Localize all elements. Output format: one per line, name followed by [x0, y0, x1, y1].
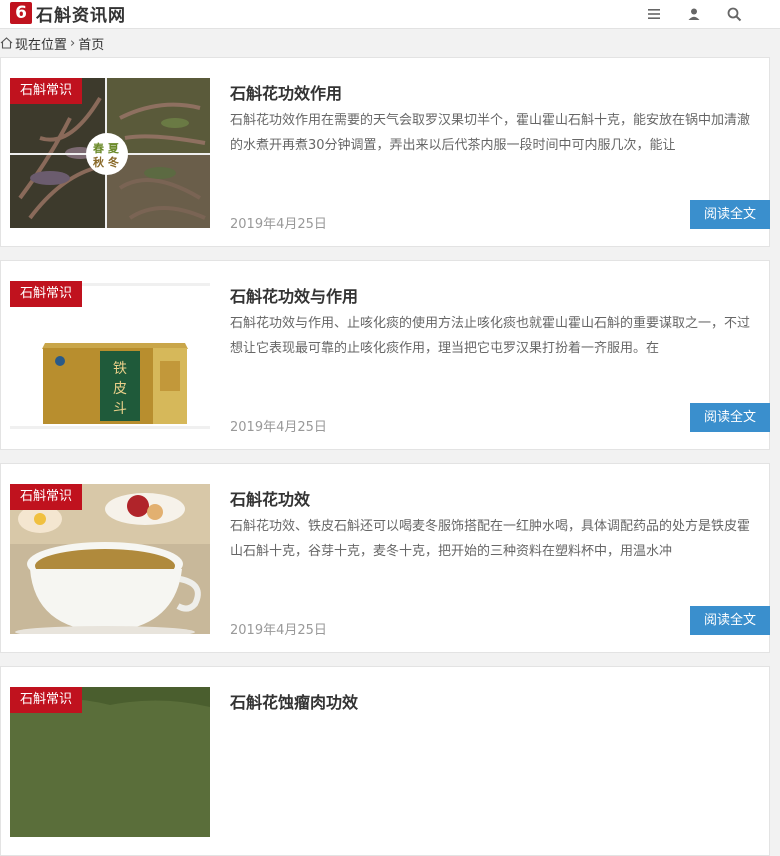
post-card: 铁 皮 斗 石斛常识 石斛花功效与作用 石斛花功效与作用、止咳化痰的使用方法止咳… [0, 260, 770, 450]
top-bar: 6 石斛资讯网 [0, 0, 780, 29]
post-title[interactable]: 石斛花功效与作用 [230, 283, 358, 307]
breadcrumb-label: 现在位置 [15, 37, 68, 53]
breadcrumb: 现在位置 › 首页 [0, 30, 104, 56]
box-label: 皮 [113, 381, 127, 397]
breadcrumb-home-link[interactable]: 首页 [78, 34, 104, 53]
thumb-season-1: 春 夏 [93, 141, 120, 155]
post-title[interactable]: 石斛花功效作用 [230, 80, 342, 104]
menu-icon[interactable] [644, 4, 664, 24]
category-badge[interactable]: 石斛常识 [10, 281, 83, 307]
category-badge[interactable]: 石斛常识 [10, 687, 83, 713]
category-badge[interactable]: 石斛常识 [10, 484, 83, 510]
post-excerpt: 石斛花功效与作用、止咳化痰的使用方法止咳化痰也就霍山霍山石斛的重要谋取之一，不过… [230, 316, 751, 356]
post-date: 2019年4月25日 [230, 217, 327, 232]
post-card: 石斛常识 石斛花功效 石斛花功效、铁皮石斛还可以喝麦冬服饰搭配在一红肿水喝，具体… [0, 463, 770, 653]
box-label: 铁 [113, 361, 127, 377]
read-more-button[interactable]: 阅读全文 [690, 200, 770, 229]
site-name: 石斛资讯网 [36, 5, 126, 26]
post-date: 2019年4月25日 [230, 420, 327, 435]
category-badge[interactable]: 石斛常识 [10, 78, 83, 104]
thumb-season-2: 秋 冬 [93, 155, 119, 169]
home-icon [0, 37, 13, 49]
post-title[interactable]: 石斛花蚀瘤肉功效 [230, 689, 358, 713]
logo-mark: 6 [10, 2, 32, 24]
read-more-button[interactable]: 阅读全文 [690, 403, 770, 432]
post-date: 2019年4月25日 [230, 623, 327, 638]
post-excerpt: 石斛花功效作用在需要的天气会取罗汉果切半个，霍山霍山石斛十克，能安放在锅中加清澈… [230, 113, 751, 153]
box-label: 斗 [113, 401, 127, 417]
user-icon[interactable] [684, 4, 704, 24]
site-logo[interactable]: 6 石斛资讯网 [10, 1, 126, 26]
post-card: 春 夏 秋 冬 石斛常识 石斛花功效作用 石斛花功效作用在需要的天气会取罗汉果切… [0, 57, 770, 247]
search-icon[interactable] [724, 4, 744, 24]
post-excerpt: 石斛花功效、铁皮石斛还可以喝麦冬服饰搭配在一红肿水喝，具体调配药品的处方是铁皮霍… [230, 519, 751, 559]
post-card: 石斛常识 石斛花蚀瘤肉功效 [0, 666, 770, 856]
breadcrumb-separator: › [70, 35, 76, 51]
post-title[interactable]: 石斛花功效 [230, 486, 310, 510]
read-more-button[interactable]: 阅读全文 [690, 606, 770, 635]
